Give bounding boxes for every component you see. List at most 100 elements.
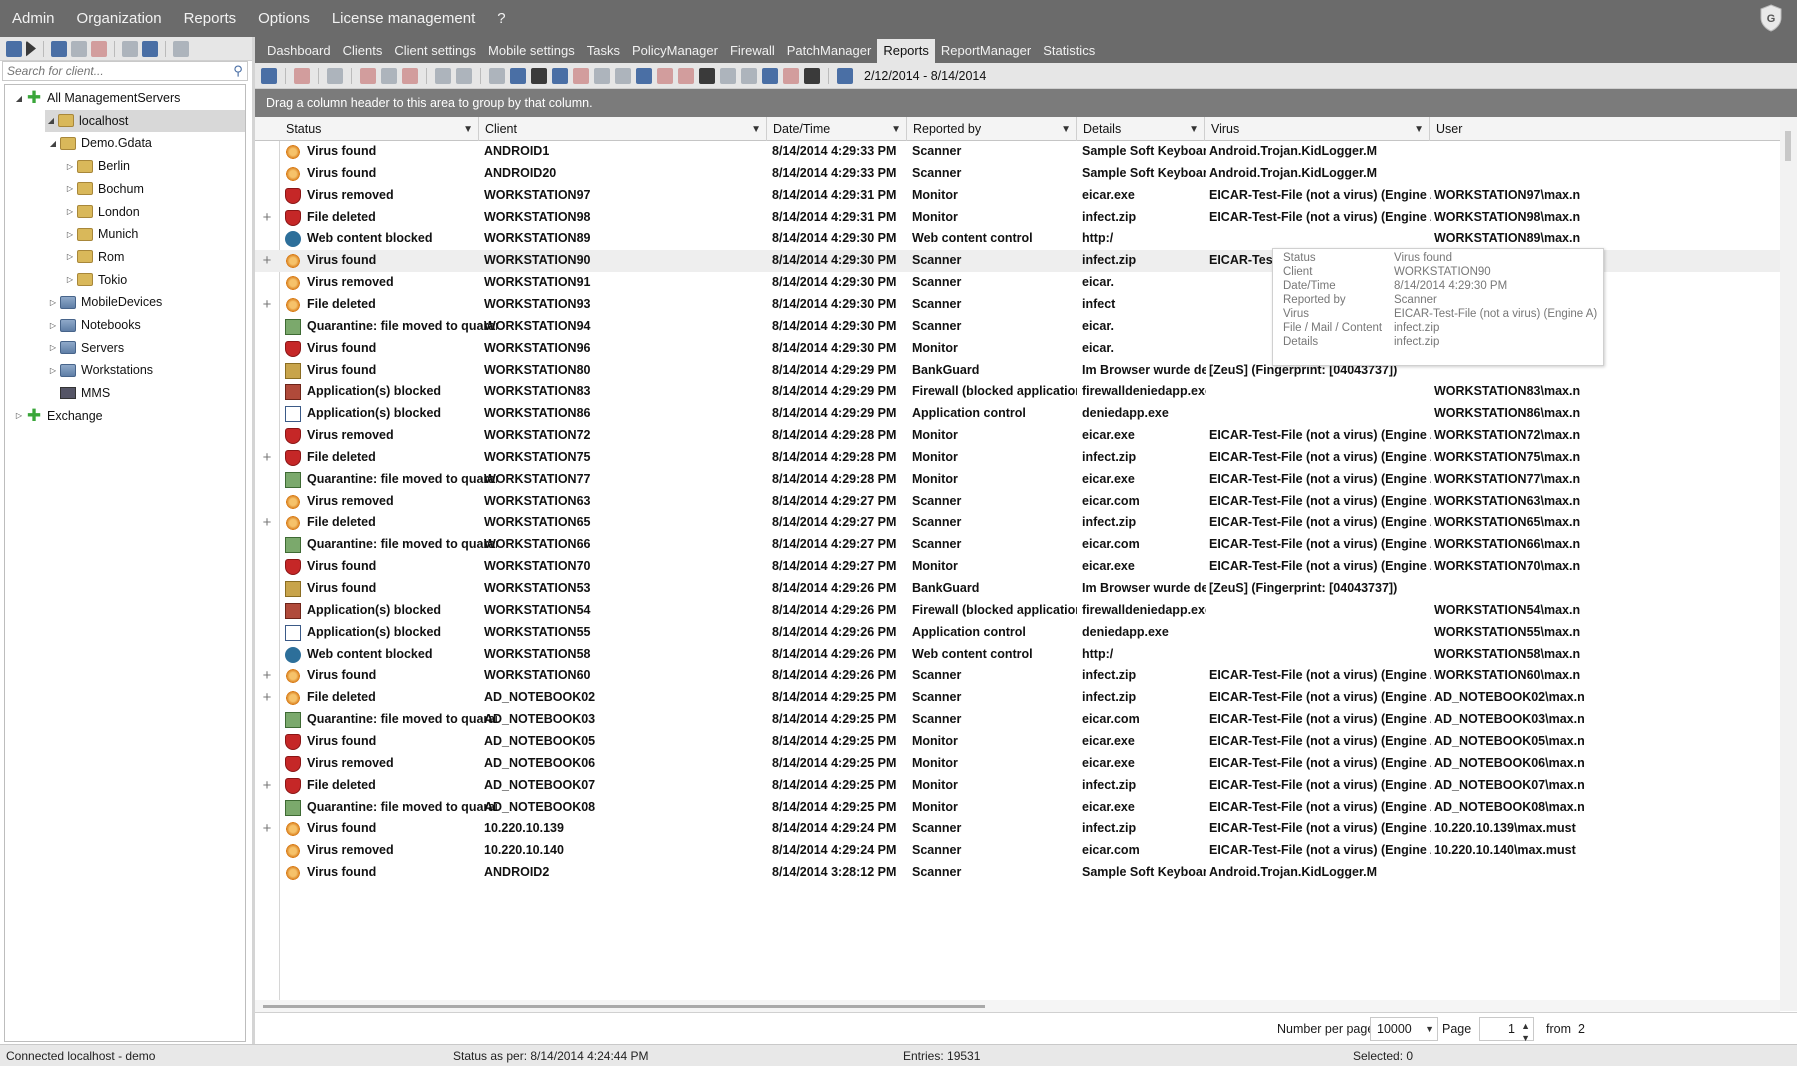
tree-node[interactable]: ▷ Bochum	[64, 178, 144, 200]
menu-item-license-management[interactable]: License management	[332, 10, 475, 27]
menu-item-options[interactable]: Options	[258, 10, 310, 27]
expand-arrow-icon[interactable]: ▷	[64, 252, 76, 261]
play-icon[interactable]	[26, 40, 36, 57]
expand-arrow-icon[interactable]: ▷	[64, 230, 76, 239]
tab-patchmanager[interactable]: PatchManager	[781, 43, 878, 63]
collapse-arrow-icon[interactable]: ◢	[47, 139, 59, 148]
table-row[interactable]: Virus removed WORKSTATION97 8/14/2014 4:29…	[255, 185, 1797, 207]
table-row[interactable]: Quarantine: file moved to quarantineAD_N…	[255, 709, 1797, 731]
tab-reportmanager[interactable]: ReportManager	[935, 43, 1037, 63]
expand-row-icon[interactable]: +	[261, 687, 273, 709]
allow-icon[interactable]	[456, 67, 472, 84]
expand-arrow-icon[interactable]: ▷	[64, 207, 76, 216]
expand-arrow-icon[interactable]: ▷	[64, 275, 76, 284]
column-header-details[interactable]: Details ▼	[1077, 117, 1205, 141]
table-row[interactable]: Application(s) blocked WORKSTATION86 8/14/…	[255, 403, 1797, 425]
table-row[interactable]: + Virus found WORKSTATION60 8/14/2014 4:29:…	[255, 665, 1797, 687]
expand-row-icon[interactable]: +	[261, 818, 273, 840]
expand-arrow-icon[interactable]: ▷	[47, 343, 59, 352]
add-client-icon[interactable]	[51, 40, 67, 57]
table-row[interactable]: Virus removed 10.220.10.140 8/14/2014 4:29…	[255, 840, 1797, 862]
table-row[interactable]: Virus removed WORKSTATION72 8/14/2014 4:29…	[255, 425, 1797, 447]
tab-dashboard[interactable]: Dashboard	[261, 43, 337, 63]
tree-node[interactable]: ◢ Demo.Gdata	[47, 132, 152, 154]
scroll-thumb[interactable]	[1785, 131, 1791, 161]
table-row[interactable]: + File deleted WORKSTATION98 8/14/2014 4:29…	[255, 207, 1797, 229]
tree-node[interactable]: ▷ Servers	[47, 337, 124, 359]
tab-reports[interactable]: Reports	[877, 39, 935, 63]
filter-icon[interactable]: ▼	[751, 118, 761, 142]
date-range[interactable]: 2/12/2014 - 8/14/2014	[864, 69, 986, 83]
collapse-arrow-icon[interactable]: ◢	[13, 94, 25, 103]
table-row[interactable]: + File deleted WORKSTATION65 8/14/2014 4:29…	[255, 512, 1797, 534]
restore-icon[interactable]	[435, 67, 451, 84]
install-icon[interactable]	[122, 40, 138, 57]
table-row[interactable]: Web content blocked WORKSTATION58 8/14/201…	[255, 644, 1797, 666]
mobile-filter-icon[interactable]	[804, 67, 820, 84]
table-row[interactable]: Application(s) blocked WORKSTATION55 8/14/…	[255, 622, 1797, 644]
filter-icon[interactable]: ▼	[1189, 118, 1199, 142]
column-header-client[interactable]: Client ▼	[479, 117, 767, 141]
search-input[interactable]	[3, 64, 229, 78]
report-icon[interactable]	[142, 40, 158, 57]
table-row[interactable]: Virus found ANDROID2 8/14/2014 3:28:12 PM S…	[255, 862, 1797, 884]
tree-node[interactable]: MMS	[47, 382, 110, 404]
menu-item-reports[interactable]: Reports	[184, 10, 237, 27]
table-row[interactable]: Virus found AD_NOTEBOOK05 8/14/2014 4:29:2…	[255, 731, 1797, 753]
tree-node[interactable]: ▷ Tokio	[64, 269, 127, 291]
expand-row-icon[interactable]: +	[261, 294, 273, 316]
expand-row-icon[interactable]: +	[261, 250, 273, 272]
expand-row-icon[interactable]: +	[261, 512, 273, 534]
app-filter-icon[interactable]	[678, 67, 694, 84]
tab-statistics[interactable]: Statistics	[1037, 43, 1101, 63]
column-header-status[interactable]: Status ▼	[280, 117, 479, 141]
tree-node[interactable]: ▷ London	[64, 201, 140, 223]
table-row[interactable]: Quarantine: file moved to quarantineWORK…	[255, 534, 1797, 556]
calendar-icon[interactable]	[837, 67, 853, 84]
expand-arrow-icon[interactable]: ▷	[47, 298, 59, 307]
tab-policymanager[interactable]: PolicyManager	[626, 43, 724, 63]
expand-arrow-icon[interactable]: ▷	[64, 184, 76, 193]
tab-firewall[interactable]: Firewall	[724, 43, 781, 63]
filter-report-icon[interactable]	[489, 67, 505, 84]
menu-item-[interactable]: ?	[497, 10, 505, 27]
filter-icon[interactable]: ▼	[1414, 118, 1424, 142]
scroll-thumb[interactable]	[263, 1005, 985, 1008]
tree-node[interactable]: ▷ Notebooks	[47, 314, 141, 336]
vertical-scrollbar[interactable]	[1780, 117, 1797, 1011]
help-icon[interactable]	[552, 67, 568, 84]
firewall-filter-icon[interactable]	[657, 67, 673, 84]
tree-node[interactable]: ▷ Berlin	[64, 155, 130, 177]
table-row[interactable]: + File deleted AD_NOTEBOOK07 8/14/2014 4:29…	[255, 775, 1797, 797]
table-row[interactable]: Quarantine: file moved to quarantineWORK…	[255, 469, 1797, 491]
tab-client-settings[interactable]: Client settings	[388, 43, 482, 63]
globe-filter-icon[interactable]	[762, 67, 778, 84]
group-by-area[interactable]: Drag a column header to this area to gro…	[255, 89, 1797, 117]
device-filter-icon[interactable]	[699, 67, 715, 84]
expand-row-icon[interactable]: +	[261, 775, 273, 797]
quarantine-icon[interactable]	[360, 67, 376, 84]
delete-icon[interactable]	[294, 67, 310, 84]
virus-filter-icon[interactable]	[573, 67, 589, 84]
tree-node[interactable]: ▷ Rom	[64, 246, 124, 268]
expand-row-icon[interactable]: +	[261, 207, 273, 229]
mail-filter-icon[interactable]	[720, 67, 736, 84]
clean-icon[interactable]	[381, 67, 397, 84]
table-row[interactable]: + File deleted WORKSTATION75 8/14/2014 4:29…	[255, 447, 1797, 469]
export-icon[interactable]	[173, 40, 189, 57]
expand-row-icon[interactable]: +	[261, 665, 273, 687]
table-row[interactable]: Virus found ANDROID20 8/14/2014 4:29:33 PM…	[255, 163, 1797, 185]
tree-node[interactable]: ◢ localhost	[45, 109, 245, 132]
patch-filter-icon[interactable]	[741, 67, 757, 84]
view-icon[interactable]	[510, 67, 526, 84]
tree-node[interactable]: ▷ MobileDevices	[47, 291, 162, 313]
horizontal-scrollbar[interactable]	[255, 1000, 1780, 1012]
web-filter-icon[interactable]	[636, 67, 652, 84]
monitor-filter-icon[interactable]	[615, 67, 631, 84]
per-page-select[interactable]: 10000 ▼	[1370, 1017, 1438, 1041]
filter-icon[interactable]: ▼	[891, 118, 901, 142]
remove-icon[interactable]	[402, 67, 418, 84]
column-header-reported-by[interactable]: Reported by ▼	[907, 117, 1077, 141]
table-row[interactable]: Virus removed WORKSTATION63 8/14/2014 4:29…	[255, 491, 1797, 513]
table-row[interactable]: Virus removed AD_NOTEBOOK06 8/14/2014 4:29…	[255, 753, 1797, 775]
